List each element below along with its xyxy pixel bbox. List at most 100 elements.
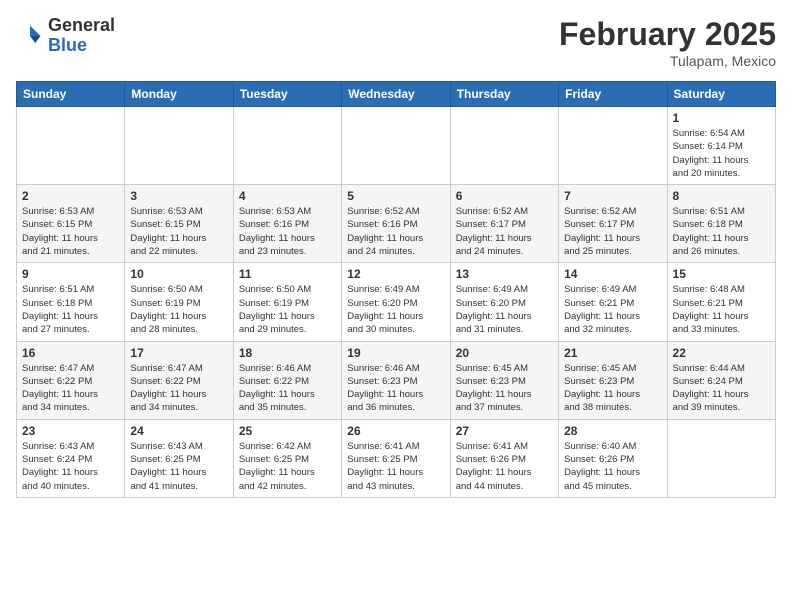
calendar-day: 25Sunrise: 6:42 AM Sunset: 6:25 PM Dayli… — [233, 419, 341, 497]
calendar-day: 18 Sunrise: 6:46 AM Sunset: 6:22 PM Dayli… — [233, 341, 341, 419]
day-info: Sunrise: 6:51 AM Sunset: 6:18 PM Dayligh… — [22, 283, 119, 336]
day-number: 8 — [673, 189, 770, 203]
day-number: 3 — [130, 189, 227, 203]
day-info: Sunrise: 6:43 AM Sunset: 6:25 PM Dayligh… — [130, 440, 227, 493]
calendar-day: 8 Sunrise: 6:51 AM Sunset: 6:18 PM Daylig… — [667, 185, 775, 263]
day-number: 4 — [239, 189, 336, 203]
day-info: Sunrise: 6:48 AM Sunset: 6:21 PM Dayligh… — [673, 283, 770, 336]
calendar-day: 19 Sunrise: 6:46 AM Sunset: 6:23 PM Dayli… — [342, 341, 450, 419]
logo-text: General Blue — [48, 16, 115, 56]
calendar-day: 26Sunrise: 6:41 AM Sunset: 6:25 PM Dayli… — [342, 419, 450, 497]
calendar-day: 22Sunrise: 6:44 AM Sunset: 6:24 PM Dayli… — [667, 341, 775, 419]
col-header-friday: Friday — [559, 82, 667, 107]
calendar-day — [450, 107, 558, 185]
col-header-sunday: Sunday — [17, 82, 125, 107]
calendar-day: 13 Sunrise: 6:49 AM Sunset: 6:20 PM Dayli… — [450, 263, 558, 341]
calendar-week-row: 23Sunrise: 6:43 AM Sunset: 6:24 PM Dayli… — [17, 419, 776, 497]
day-info: Sunrise: 6:53 AM Sunset: 6:15 PM Dayligh… — [22, 205, 119, 258]
day-info: Sunrise: 6:52 AM Sunset: 6:16 PM Dayligh… — [347, 205, 444, 258]
col-header-thursday: Thursday — [450, 82, 558, 107]
day-info: Sunrise: 6:46 AM Sunset: 6:22 PM Dayligh… — [239, 362, 336, 415]
day-info: Sunrise: 6:50 AM Sunset: 6:19 PM Dayligh… — [130, 283, 227, 336]
day-number: 18 — [239, 346, 336, 360]
day-number: 2 — [22, 189, 119, 203]
calendar-week-row: 9 Sunrise: 6:51 AM Sunset: 6:18 PM Daylig… — [17, 263, 776, 341]
day-info: Sunrise: 6:53 AM Sunset: 6:15 PM Dayligh… — [130, 205, 227, 258]
col-header-wednesday: Wednesday — [342, 82, 450, 107]
logo-blue: Blue — [48, 35, 87, 55]
calendar-day: 12Sunrise: 6:49 AM Sunset: 6:20 PM Dayli… — [342, 263, 450, 341]
calendar-week-row: 1 Sunrise: 6:54 AM Sunset: 6:14 PM Daylig… — [17, 107, 776, 185]
calendar-day: 11 Sunrise: 6:50 AM Sunset: 6:19 PM Dayli… — [233, 263, 341, 341]
col-header-monday: Monday — [125, 82, 233, 107]
day-info: Sunrise: 6:47 AM Sunset: 6:22 PM Dayligh… — [22, 362, 119, 415]
calendar-day: 16 Sunrise: 6:47 AM Sunset: 6:22 PM Dayli… — [17, 341, 125, 419]
page-header: General Blue February 2025 Tulapam, Mexi… — [16, 16, 776, 69]
col-header-saturday: Saturday — [667, 82, 775, 107]
calendar-day — [17, 107, 125, 185]
day-number: 24 — [130, 424, 227, 438]
calendar-day: 1 Sunrise: 6:54 AM Sunset: 6:14 PM Daylig… — [667, 107, 775, 185]
day-number: 15 — [673, 267, 770, 281]
day-number: 10 — [130, 267, 227, 281]
day-number: 16 — [22, 346, 119, 360]
day-info: Sunrise: 6:51 AM Sunset: 6:18 PM Dayligh… — [673, 205, 770, 258]
day-number: 20 — [456, 346, 553, 360]
calendar-day: 14Sunrise: 6:49 AM Sunset: 6:21 PM Dayli… — [559, 263, 667, 341]
col-header-tuesday: Tuesday — [233, 82, 341, 107]
calendar-day: 5 Sunrise: 6:52 AM Sunset: 6:16 PM Daylig… — [342, 185, 450, 263]
day-info: Sunrise: 6:54 AM Sunset: 6:14 PM Dayligh… — [673, 127, 770, 180]
day-number: 26 — [347, 424, 444, 438]
calendar-day — [667, 419, 775, 497]
calendar-day — [342, 107, 450, 185]
day-number: 19 — [347, 346, 444, 360]
day-number: 21 — [564, 346, 661, 360]
day-number: 28 — [564, 424, 661, 438]
day-number: 22 — [673, 346, 770, 360]
day-info: Sunrise: 6:46 AM Sunset: 6:23 PM Dayligh… — [347, 362, 444, 415]
calendar-day: 10 Sunrise: 6:50 AM Sunset: 6:19 PM Dayli… — [125, 263, 233, 341]
day-info: Sunrise: 6:49 AM Sunset: 6:20 PM Dayligh… — [456, 283, 553, 336]
calendar-header-row: SundayMondayTuesdayWednesdayThursdayFrid… — [17, 82, 776, 107]
day-info: Sunrise: 6:49 AM Sunset: 6:21 PM Dayligh… — [564, 283, 661, 336]
calendar-day: 20 Sunrise: 6:45 AM Sunset: 6:23 PM Dayli… — [450, 341, 558, 419]
calendar-day: 28 Sunrise: 6:40 AM Sunset: 6:26 PM Dayli… — [559, 419, 667, 497]
calendar-day: 6Sunrise: 6:52 AM Sunset: 6:17 PM Daylig… — [450, 185, 558, 263]
calendar-table: SundayMondayTuesdayWednesdayThursdayFrid… — [16, 81, 776, 498]
day-number: 6 — [456, 189, 553, 203]
logo-icon — [16, 22, 44, 50]
logo: General Blue — [16, 16, 115, 56]
calendar-day: 7 Sunrise: 6:52 AM Sunset: 6:17 PM Daylig… — [559, 185, 667, 263]
day-number: 7 — [564, 189, 661, 203]
location-subtitle: Tulapam, Mexico — [559, 53, 776, 69]
day-info: Sunrise: 6:47 AM Sunset: 6:22 PM Dayligh… — [130, 362, 227, 415]
day-info: Sunrise: 6:40 AM Sunset: 6:26 PM Dayligh… — [564, 440, 661, 493]
day-number: 11 — [239, 267, 336, 281]
day-info: Sunrise: 6:52 AM Sunset: 6:17 PM Dayligh… — [564, 205, 661, 258]
day-number: 9 — [22, 267, 119, 281]
calendar-day: 9 Sunrise: 6:51 AM Sunset: 6:18 PM Daylig… — [17, 263, 125, 341]
day-number: 13 — [456, 267, 553, 281]
title-block: February 2025 Tulapam, Mexico — [559, 16, 776, 69]
calendar-day: 3 Sunrise: 6:53 AM Sunset: 6:15 PM Daylig… — [125, 185, 233, 263]
page-title: February 2025 — [559, 16, 776, 53]
day-number: 1 — [673, 111, 770, 125]
calendar-day: 23Sunrise: 6:43 AM Sunset: 6:24 PM Dayli… — [17, 419, 125, 497]
calendar-day — [559, 107, 667, 185]
day-number: 17 — [130, 346, 227, 360]
calendar-week-row: 2 Sunrise: 6:53 AM Sunset: 6:15 PM Daylig… — [17, 185, 776, 263]
day-info: Sunrise: 6:50 AM Sunset: 6:19 PM Dayligh… — [239, 283, 336, 336]
day-info: Sunrise: 6:41 AM Sunset: 6:26 PM Dayligh… — [456, 440, 553, 493]
day-info: Sunrise: 6:53 AM Sunset: 6:16 PM Dayligh… — [239, 205, 336, 258]
calendar-day — [125, 107, 233, 185]
calendar-day: 2 Sunrise: 6:53 AM Sunset: 6:15 PM Daylig… — [17, 185, 125, 263]
day-info: Sunrise: 6:45 AM Sunset: 6:23 PM Dayligh… — [456, 362, 553, 415]
day-number: 12 — [347, 267, 444, 281]
calendar-day — [233, 107, 341, 185]
calendar-day: 17 Sunrise: 6:47 AM Sunset: 6:22 PM Dayli… — [125, 341, 233, 419]
day-number: 5 — [347, 189, 444, 203]
calendar-day: 27Sunrise: 6:41 AM Sunset: 6:26 PM Dayli… — [450, 419, 558, 497]
day-number: 25 — [239, 424, 336, 438]
calendar-day: 21Sunrise: 6:45 AM Sunset: 6:23 PM Dayli… — [559, 341, 667, 419]
calendar-day: 15 Sunrise: 6:48 AM Sunset: 6:21 PM Dayli… — [667, 263, 775, 341]
